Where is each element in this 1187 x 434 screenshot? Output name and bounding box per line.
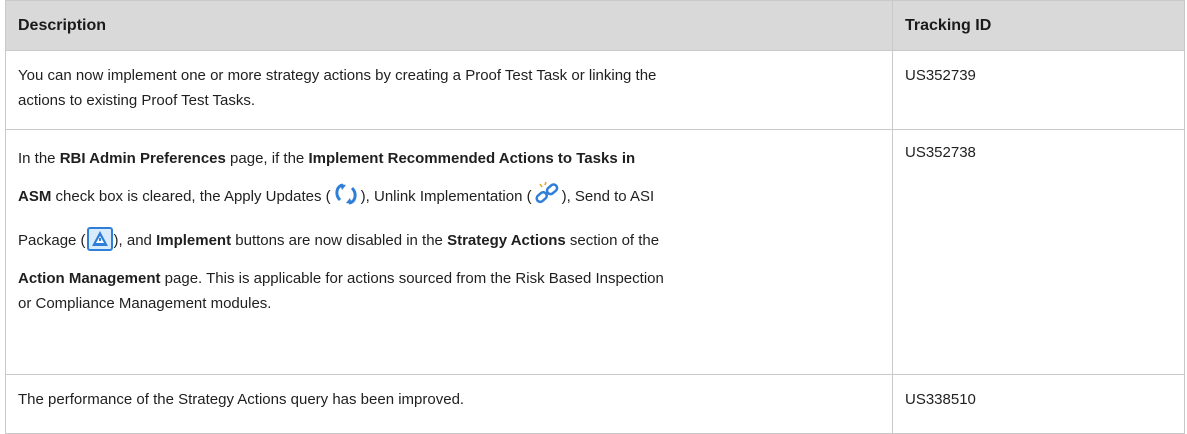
description-text: You can now implement one or more strate… bbox=[18, 67, 657, 84]
description-line: Action Management page. This is applicab… bbox=[18, 270, 664, 287]
release-notes-table-container: Description Tracking ID You can now impl… bbox=[5, 0, 1185, 434]
implement-label: Implement bbox=[156, 232, 232, 249]
action-management-label: Action Management bbox=[18, 270, 161, 287]
description-line: Package (), and Implement buttons are no… bbox=[18, 222, 880, 266]
description-cell: In the RBI Admin Preferences page, if th… bbox=[5, 129, 893, 375]
description-text: The performance of the Strategy Actions … bbox=[18, 391, 465, 408]
description-cell: You can now implement one or more strate… bbox=[5, 50, 893, 130]
description-cell: The performance of the Strategy Actions … bbox=[5, 374, 893, 434]
tracking-id-cell: US338510 bbox=[892, 374, 1185, 434]
implement-recommended-actions-label: Implement Recommended Actions to Tasks i… bbox=[308, 150, 636, 167]
tracking-id-column-header: Tracking ID bbox=[892, 0, 1185, 51]
table-header-row: Description Tracking ID bbox=[5, 0, 1185, 51]
table-row: In the RBI Admin Preferences page, if th… bbox=[5, 129, 1185, 375]
description-line: ASM check box is cleared, the Apply Upda… bbox=[18, 178, 880, 222]
description-text: actions to existing Proof Test Tasks. bbox=[18, 92, 256, 109]
description-line: In the RBI Admin Preferences page, if th… bbox=[18, 150, 636, 167]
send-to-asi-package-icon bbox=[86, 227, 113, 266]
description-column-header: Description bbox=[5, 0, 893, 51]
tracking-id-cell: US352738 bbox=[892, 129, 1185, 375]
description-line: or Compliance Management modules. bbox=[18, 295, 272, 312]
tracking-id-cell: US352739 bbox=[892, 50, 1185, 130]
release-notes-table: Description Tracking ID You can now impl… bbox=[5, 0, 1185, 434]
table-row: The performance of the Strategy Actions … bbox=[5, 374, 1185, 434]
rbi-admin-preferences-label: RBI Admin Preferences bbox=[59, 150, 226, 167]
table-row: You can now implement one or more strate… bbox=[5, 50, 1185, 130]
apply-updates-icon bbox=[332, 181, 360, 222]
unlink-implementation-icon bbox=[533, 181, 561, 222]
strategy-actions-label: Strategy Actions bbox=[447, 232, 566, 249]
asm-label: ASM bbox=[18, 188, 52, 205]
